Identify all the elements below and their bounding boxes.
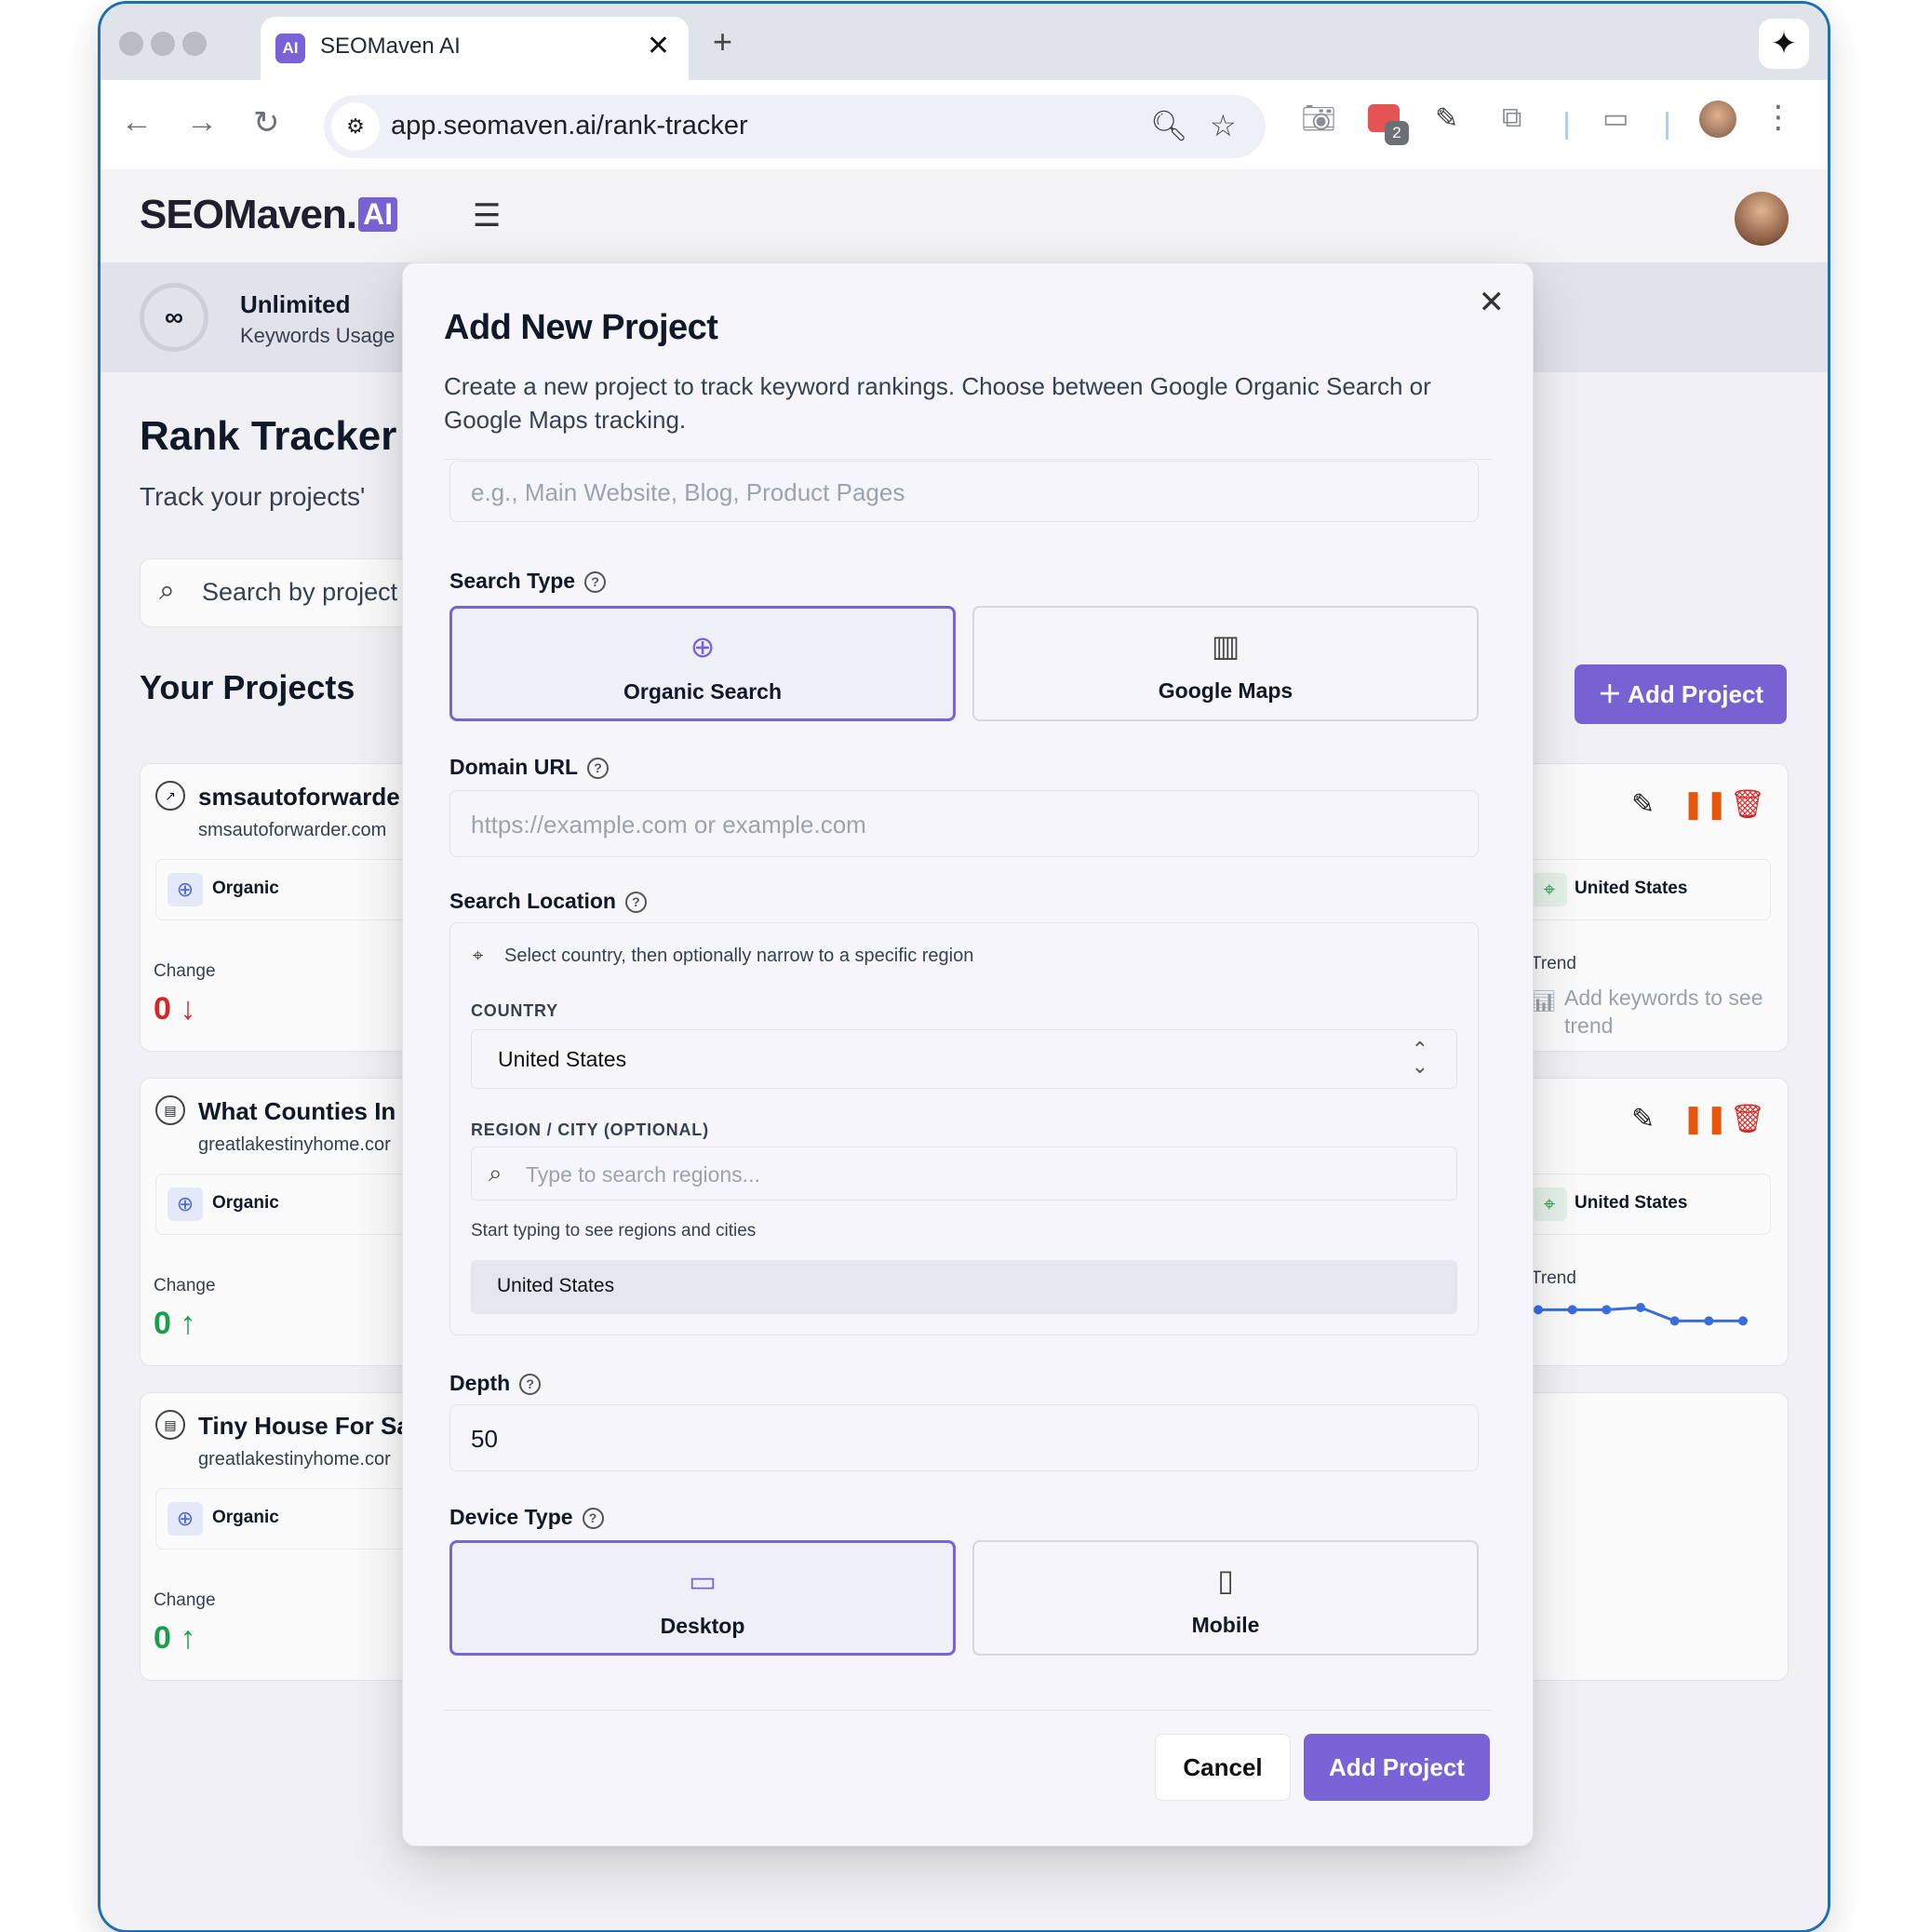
organic-search-label: Organic Search [623,679,783,704]
domain-url-input[interactable]: https://example.com or example.com [449,790,1479,857]
selected-location-text: United States [497,1275,615,1296]
browser-toolbar: ← → ↻ ⚙ app.seomaven.ai/rank-tracker 🔍︎ … [101,80,1828,170]
device-type-label: Device Type? [449,1505,604,1530]
domain-url-label-text: Domain URL [449,755,578,779]
close-window-dot[interactable] [119,32,143,56]
search-location-box: ⌖ Select country, then optionally narrow… [449,922,1479,1335]
camera-icon[interactable]: 📷︎ [1301,102,1336,135]
globe-icon: ⊕ [690,630,716,664]
url-text[interactable]: app.seomaven.ai/rank-tracker [391,111,748,141]
help-icon[interactable]: ? [584,571,607,593]
active-tab[interactable]: AI SEOMaven AI ✕ [261,17,689,80]
profile-avatar[interactable] [1699,101,1736,138]
depth-value: 50 [471,1425,498,1453]
mobile-option[interactable]: ▯ Mobile [972,1540,1479,1656]
selected-location-chip[interactable]: United States [471,1260,1457,1314]
tab-bar: AI SEOMaven AI ✕ + ✦ [101,4,1828,80]
search-type-label-text: Search Type [449,569,576,593]
tab-title: SEOMaven AI [320,34,461,59]
search-type-label: Search Type? [449,569,607,594]
tab-search-icon[interactable]: ▭ [1602,102,1628,135]
modal-divider [444,459,1492,460]
gemini-icon[interactable]: ✦ [1759,19,1809,69]
country-select[interactable]: United States ⌃ ⌄ [471,1029,1457,1089]
domain-url-placeholder: https://example.com or example.com [471,811,866,839]
toolbar-separator [1565,112,1568,140]
help-icon[interactable]: ? [624,892,647,913]
tab-favicon: AI [275,34,305,63]
bookmark-star-icon[interactable]: ☆ [1210,108,1237,143]
location-pin-icon: ⌖ [473,946,484,966]
eyedropper-icon[interactable]: ✎ [1435,102,1458,135]
modal-footer-divider [444,1710,1492,1711]
location-hint: Select country, then optionally narrow t… [504,946,974,966]
help-icon[interactable]: ? [519,1374,542,1395]
site-settings-icon[interactable]: ⚙ [331,102,380,151]
depth-input[interactable]: 50 [449,1404,1479,1471]
mobile-label: Mobile [1191,1613,1260,1637]
browser-menu-icon[interactable]: ⋮ [1762,99,1794,136]
google-maps-label: Google Maps [1158,678,1293,703]
organic-search-option[interactable]: ⊕ Organic Search [449,606,956,721]
phone-icon: ▯ [1217,1563,1234,1597]
search-location-label: Search Location? [449,889,647,914]
region-hint: Start typing to see regions and cities [471,1221,757,1241]
extensions-puzzle-icon[interactable]: ⧉ [1502,102,1521,134]
reload-icon[interactable]: ↻ [253,104,280,141]
depth-label-text: Depth [449,1371,511,1395]
maximize-window-dot[interactable] [182,32,207,56]
region-search-input[interactable]: ⌕ Type to search regions... [471,1147,1457,1201]
country-value: United States [498,1047,627,1071]
zoom-icon[interactable]: 🔍︎ [1150,108,1188,143]
address-bar[interactable]: ⚙ app.seomaven.ai/rank-tracker 🔍︎ ☆ [324,95,1266,158]
search-icon: ⌕ [489,1159,503,1187]
minimize-window-dot[interactable] [151,32,175,56]
extension-badge: 2 [1385,121,1409,145]
building-icon: ▥ [1211,629,1240,663]
modal-title: Add New Project [444,308,718,347]
region-placeholder: Type to search regions... [526,1162,760,1187]
add-project-submit-button[interactable]: Add Project [1304,1734,1490,1801]
google-maps-option[interactable]: ▥ Google Maps [972,606,1479,721]
close-tab-icon[interactable]: ✕ [647,30,670,62]
project-name-input[interactable]: e.g., Main Website, Blog, Product Pages [449,461,1479,522]
depth-label: Depth? [449,1371,542,1396]
browser-window: AI SEOMaven AI ✕ + ✦ ← → ↻ ⚙ app.seomave… [101,4,1828,1930]
add-project-modal: ✕ Add New Project Create a new project t… [402,262,1534,1846]
toolbar-separator [1666,112,1669,140]
help-icon[interactable]: ? [582,1508,604,1529]
desktop-option[interactable]: ▭ Desktop [449,1540,956,1656]
modal-description: Create a new project to track keyword ra… [444,372,1431,434]
close-icon[interactable]: ✕ [1479,284,1506,321]
domain-url-label: Domain URL? [449,755,609,780]
back-icon[interactable]: ← [121,104,153,141]
monitor-icon: ▭ [688,1564,717,1598]
desktop-label: Desktop [660,1614,745,1638]
country-caption: COUNTRY [471,1001,558,1020]
new-tab-icon[interactable]: + [713,22,732,61]
chevron-up-down-icon: ⌃ ⌄ [1411,1038,1428,1078]
forward-icon[interactable]: → [186,104,218,141]
cancel-button[interactable]: Cancel [1155,1734,1291,1801]
project-name-placeholder: e.g., Main Website, Blog, Product Pages [471,478,905,506]
help-icon[interactable]: ? [587,758,609,779]
device-type-label-text: Device Type [449,1505,573,1529]
search-location-label-text: Search Location [449,889,616,913]
region-caption: REGION / CITY (OPTIONAL) [471,1120,709,1139]
